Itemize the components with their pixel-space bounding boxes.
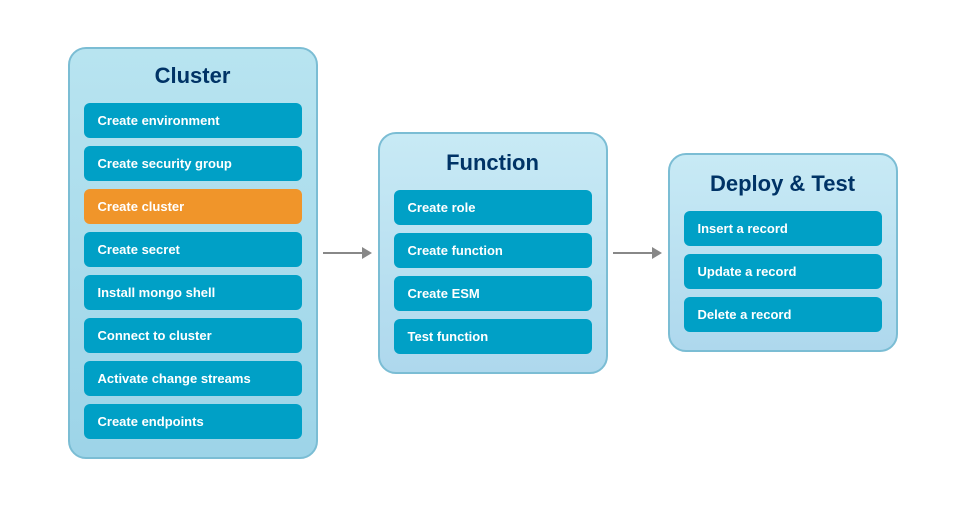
cluster-panel: Cluster Create environment Create securit…	[68, 47, 318, 459]
arrow-2-graphic	[613, 247, 662, 259]
cluster-item-4[interactable]: Install mongo shell	[84, 275, 302, 310]
arrow-2-head	[652, 247, 662, 259]
diagram-container: Cluster Create environment Create securit…	[38, 27, 928, 479]
arrow-1	[318, 247, 378, 259]
cluster-item-1[interactable]: Create security group	[84, 146, 302, 181]
deploy-items: Insert a record Update a record Delete a r…	[684, 211, 882, 332]
deploy-item-0[interactable]: Insert a record	[684, 211, 882, 246]
arrow-1-line	[323, 252, 363, 254]
deploy-panel: Deploy & Test Insert a record Update a re…	[668, 153, 898, 352]
cluster-title: Cluster	[155, 63, 231, 89]
function-item-3[interactable]: Test function	[394, 319, 592, 354]
arrow-1-graphic	[323, 247, 372, 259]
function-title: Function	[446, 150, 539, 176]
cluster-item-6[interactable]: Activate change streams	[84, 361, 302, 396]
arrow-1-head	[362, 247, 372, 259]
arrow-2	[608, 247, 668, 259]
cluster-items: Create environment Create security group C…	[84, 103, 302, 439]
deploy-item-2[interactable]: Delete a record	[684, 297, 882, 332]
deploy-item-1[interactable]: Update a record	[684, 254, 882, 289]
cluster-item-5[interactable]: Connect to cluster	[84, 318, 302, 353]
cluster-item-0[interactable]: Create environment	[84, 103, 302, 138]
function-panel: Function Create roleCreate functionCreat…	[378, 132, 608, 374]
deploy-title: Deploy & Test	[710, 171, 855, 197]
function-item-2[interactable]: Create ESM	[394, 276, 592, 311]
cluster-item-7[interactable]: Create endpoints	[84, 404, 302, 439]
function-item-1[interactable]: Create function	[394, 233, 592, 268]
function-items: Create role Create function Create ESM Test…	[394, 190, 592, 354]
arrow-2-line	[613, 252, 653, 254]
function-item-0[interactable]: Create role	[394, 190, 592, 225]
cluster-item-3[interactable]: Create secret	[84, 232, 302, 267]
cluster-item-2[interactable]: Create cluster	[84, 189, 302, 224]
